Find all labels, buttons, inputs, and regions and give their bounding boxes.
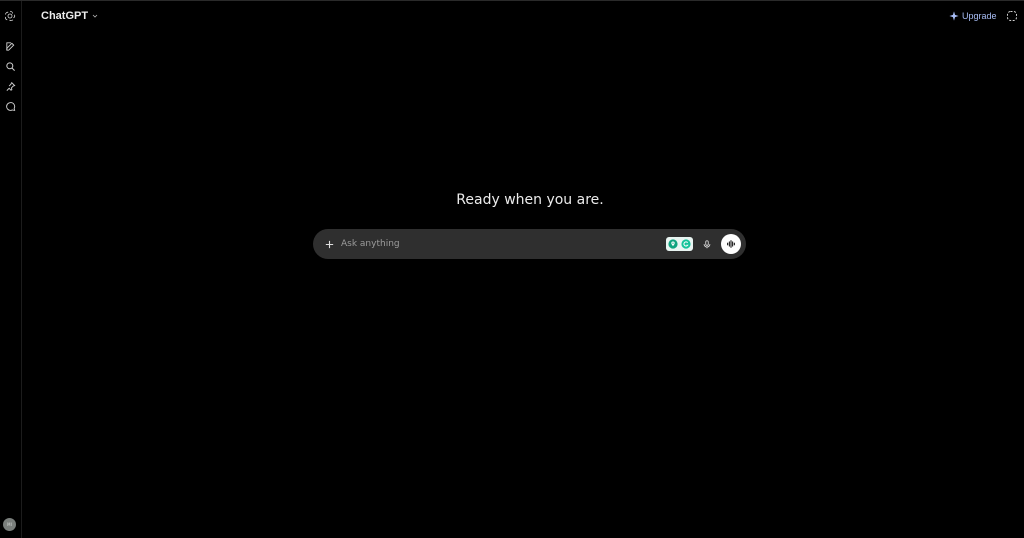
- voice-waveform-icon: [727, 240, 735, 248]
- grammarly-icon: [681, 239, 691, 249]
- temporary-chat-icon[interactable]: [1006, 10, 1018, 22]
- upgrade-label: Upgrade: [962, 11, 997, 21]
- model-switcher-button[interactable]: ChatGPT: [36, 7, 104, 25]
- add-attachment-button[interactable]: [321, 236, 337, 252]
- extension-badge[interactable]: [666, 237, 693, 251]
- page-title: Ready when you are.: [456, 192, 604, 208]
- model-name-label: ChatGPT: [41, 10, 89, 22]
- location-pin-icon: [668, 239, 678, 249]
- voice-mode-button[interactable]: [721, 234, 741, 254]
- upgrade-button[interactable]: Upgrade: [949, 8, 997, 24]
- sidebar: MI: [0, 1, 22, 538]
- chevron-down-icon: [92, 14, 98, 18]
- search-icon[interactable]: [2, 58, 18, 74]
- avatar[interactable]: MI: [3, 518, 16, 531]
- plus-icon: [325, 240, 333, 248]
- app-window: MI ChatGPT Upgrade Ready when you are.: [0, 0, 1024, 538]
- prompt-input[interactable]: [341, 236, 661, 252]
- chat-bubble-icon[interactable]: [2, 98, 18, 114]
- pin-icon[interactable]: [2, 78, 18, 94]
- sparkle-icon: [949, 11, 959, 21]
- dictate-button[interactable]: [699, 236, 715, 252]
- microphone-icon: [703, 239, 711, 248]
- composer: [313, 229, 746, 259]
- new-chat-icon[interactable]: [2, 38, 18, 54]
- chatgpt-logo-icon[interactable]: [2, 8, 18, 24]
